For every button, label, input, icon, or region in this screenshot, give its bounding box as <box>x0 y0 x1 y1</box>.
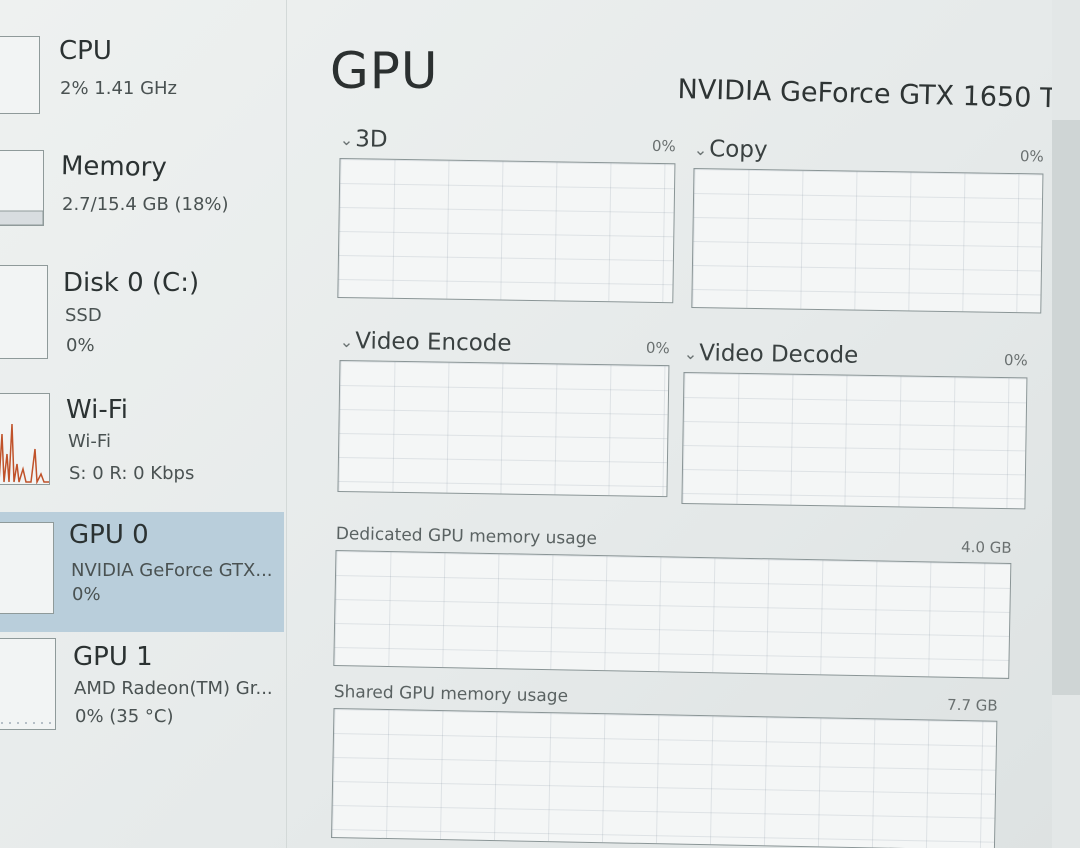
sidebar-item-memory[interactable]: Memory 2.7/15.4 GB (18%) <box>0 140 284 240</box>
sidebar-item-disk[interactable]: Disk 0 (C:) SSD 0% <box>0 255 284 367</box>
sidebar-item-detail: AMD Radeon(TM) Gr... <box>74 678 273 699</box>
engine-panel-video-encode: ⌄Video Encode 0% <box>337 328 670 498</box>
sidebar-item-detail: 0% (35 °C) <box>75 706 174 727</box>
sidebar-item-detail: NVIDIA GeForce GTX... <box>71 560 273 581</box>
engine-graph <box>337 157 676 304</box>
sidebar-item-title: CPU <box>59 36 112 66</box>
engine-percent: 0% <box>1019 147 1044 166</box>
dedicated-memory-graph <box>333 549 1012 679</box>
engine-percent: 0% <box>1003 351 1028 370</box>
sidebar-item-title: Wi-Fi <box>66 395 129 425</box>
chevron-down-icon[interactable]: ⌄ <box>684 343 698 362</box>
engine-label: Video Encode <box>354 328 512 357</box>
sidebar-item-title: GPU 1 <box>73 642 153 672</box>
chevron-down-icon[interactable]: ⌄ <box>340 331 354 350</box>
engine-graph <box>337 359 670 498</box>
sidebar-item-cpu[interactable]: CPU 2% 1.41 GHz <box>0 28 284 128</box>
shared-memory-panel: Shared GPU memory usage 7.7 GB <box>331 682 998 848</box>
cpu-thumbnail-graph <box>0 36 40 114</box>
gpu-model-name: NVIDIA GeForce GTX 1650 Ti <box>677 74 1064 115</box>
page-title: GPU <box>330 42 439 100</box>
sidebar-item-title: Memory <box>60 151 168 183</box>
shared-memory-graph <box>331 707 998 848</box>
engine-percent: 0% <box>645 338 670 358</box>
sidebar-item-wifi[interactable]: Wi-Fi Wi-Fi S: 0 R: 0 Kbps <box>0 385 284 495</box>
dedicated-memory-panel: Dedicated GPU memory usage 4.0 GB <box>333 524 1012 679</box>
chevron-down-icon[interactable]: ⌄ <box>694 139 708 158</box>
sidebar-item-detail: 0% <box>72 584 101 605</box>
engine-percent: 0% <box>651 136 676 156</box>
engine-graph <box>691 167 1044 314</box>
shared-memory-max: 7.7 GB <box>946 695 998 715</box>
performance-sidebar: CPU 2% 1.41 GHz Memory 2.7/15.4 GB (18%)… <box>0 0 287 848</box>
chevron-down-icon[interactable]: ⌄ <box>340 129 354 148</box>
sidebar-item-detail: SSD <box>65 305 102 326</box>
sidebar-item-title: GPU 0 <box>69 520 149 550</box>
engine-label: Copy <box>708 136 768 164</box>
sidebar-item-detail: 0% <box>66 335 95 356</box>
vertical-scrollbar[interactable] <box>1052 0 1080 848</box>
dedicated-memory-label: Dedicated GPU memory usage <box>335 524 598 550</box>
dedicated-memory-max: 4.0 GB <box>960 538 1012 557</box>
sidebar-item-detail: 2.7/15.4 GB (18%) <box>62 194 229 215</box>
sidebar-item-gpu-1[interactable]: GPU 1 AMD Radeon(TM) Gr... 0% (35 °C) <box>0 632 284 752</box>
sidebar-item-detail: Wi-Fi <box>68 431 111 452</box>
engine-panel-3d: ⌄3D 0% <box>337 126 676 304</box>
gpu0-thumbnail-graph <box>0 522 54 614</box>
engine-label: 3D <box>354 126 388 153</box>
disk-thumbnail-graph <box>0 265 48 359</box>
engine-label: Video Decode <box>698 340 859 369</box>
sidebar-item-detail: 2% 1.41 GHz <box>60 78 178 99</box>
sidebar-item-title: Disk 0 (C:) <box>63 268 200 298</box>
wifi-thumbnail-graph <box>0 393 50 485</box>
scrollbar-thumb[interactable] <box>1052 120 1080 695</box>
sidebar-item-gpu-0[interactable]: GPU 0 NVIDIA GeForce GTX... 0% <box>0 512 284 632</box>
task-manager-window: CPU 2% 1.41 GHz Memory 2.7/15.4 GB (18%)… <box>0 0 1080 848</box>
memory-thumbnail-graph <box>0 150 44 226</box>
shared-memory-label: Shared GPU memory usage <box>333 682 569 707</box>
engine-panel-video-decode: ⌄Video Decode 0% <box>681 340 1028 510</box>
engine-panel-copy: ⌄Copy 0% <box>691 136 1044 314</box>
gpu1-thumbnail-graph <box>0 638 56 730</box>
engine-graph <box>681 371 1028 510</box>
sidebar-item-detail: S: 0 R: 0 Kbps <box>69 463 195 484</box>
